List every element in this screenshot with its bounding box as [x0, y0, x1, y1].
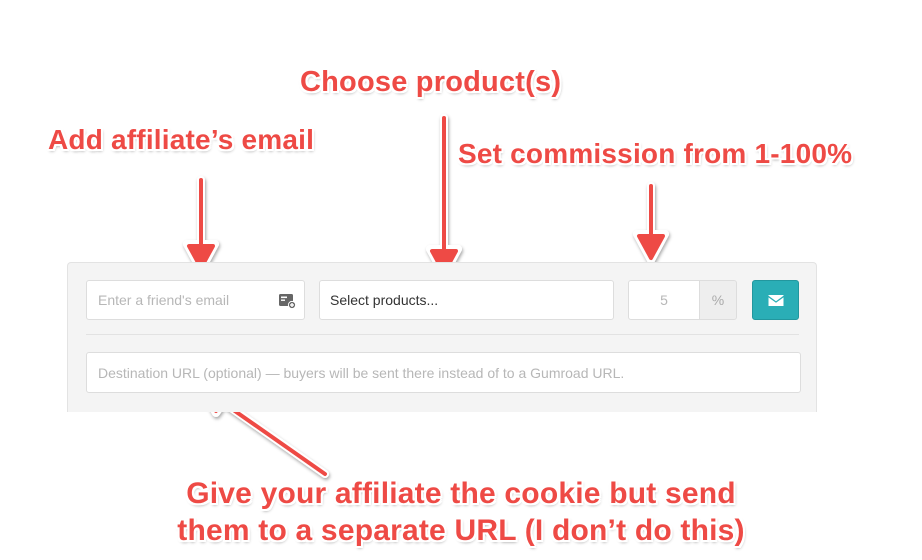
form-divider: [86, 334, 799, 335]
affiliate-form-panel: Select products... %: [67, 262, 817, 412]
affiliate-email-field[interactable]: [86, 280, 305, 320]
callout-destination-line1: Give your affiliate the cookie but send: [186, 477, 736, 510]
percent-addon: %: [699, 280, 737, 320]
products-select-placeholder: Select products...: [330, 292, 439, 308]
commission-input-group: %: [628, 280, 737, 320]
arrow-destination: [220, 400, 327, 476]
callout-set-commission: Set commission from 1-100%: [458, 138, 853, 169]
destination-url-field[interactable]: [86, 352, 801, 393]
commission-input[interactable]: [629, 281, 699, 319]
callout-destination-line2: them to a separate URL (I don’t do this): [177, 514, 745, 547]
send-invite-button[interactable]: [752, 280, 799, 320]
commission-field[interactable]: [628, 280, 700, 320]
affiliate-email-input[interactable]: [87, 281, 278, 319]
contact-card-icon[interactable]: [278, 293, 296, 309]
destination-url-input[interactable]: [87, 353, 798, 392]
products-select[interactable]: Select products...: [319, 280, 614, 320]
callout-add-email: Add affiliate’s email: [48, 124, 315, 155]
callout-choose-products: Choose product(s): [300, 66, 562, 98]
envelope-icon: [768, 295, 784, 306]
